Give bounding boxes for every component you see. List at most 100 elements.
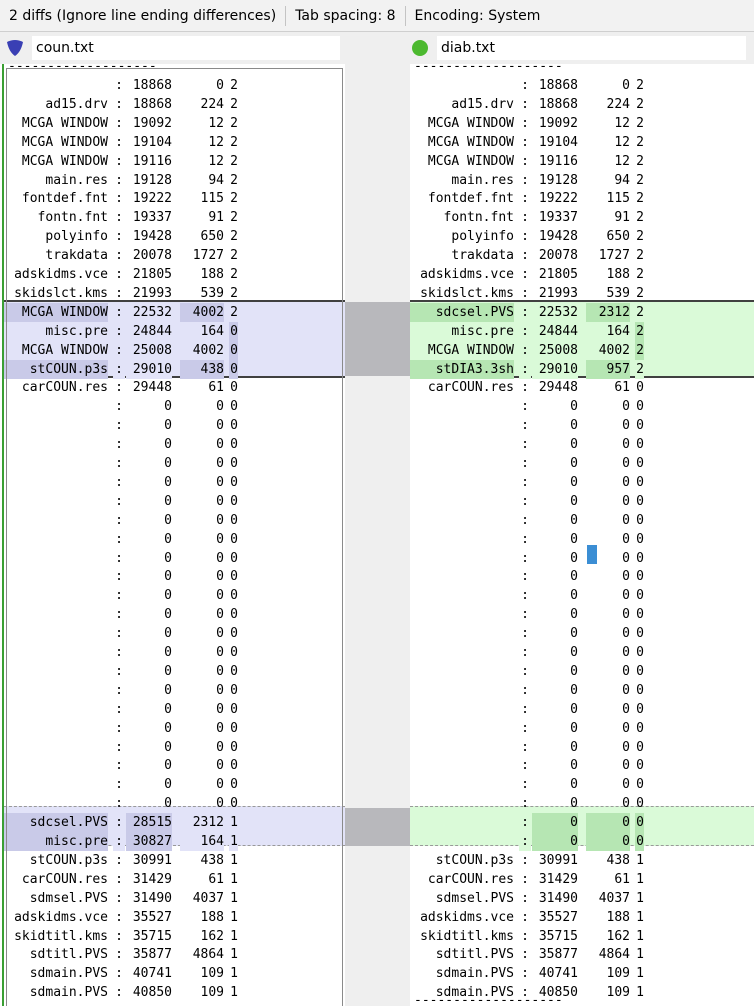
right-diff-line[interactable]: :000: [410, 549, 754, 568]
right-diff-line[interactable]: :000: [410, 832, 754, 851]
right-diff-line[interactable]: fontdef.fnt:19222 115 2: [410, 189, 754, 208]
left-diff-line[interactable]: stCOUN.p3s:30991 438 1: [4, 851, 345, 870]
left-file-pane[interactable]: ------------------- :18868 0 2 ad15.drv:188…: [2, 64, 345, 1006]
encoding-status[interactable]: Encoding: System: [406, 8, 550, 24]
right-diff-line[interactable]: MCGA WINDOW:25008 4002 2: [410, 340, 754, 360]
left-diff-line[interactable]: :000: [4, 549, 345, 568]
right-file-pane[interactable]: ------------------- :18868 0 2 ad15.drv:188…: [410, 64, 754, 1006]
right-diff-line[interactable]: :000: [410, 511, 754, 530]
left-diff-line[interactable]: fontn.fnt:19337 91 2: [4, 208, 345, 227]
right-diff-line[interactable]: :000: [410, 473, 754, 492]
left-diff-line[interactable]: :000: [4, 719, 345, 738]
left-diff-line[interactable]: trakdata:20078 1727 2: [4, 246, 345, 265]
left-diff-line[interactable]: :000: [4, 435, 345, 454]
left-diff-line[interactable]: ad15.drv:18868 224 2: [4, 95, 345, 114]
left-diff-line[interactable]: stCOUN.p3s:29010 438 0: [4, 359, 345, 379]
right-file-name-field[interactable]: diab.txt: [437, 36, 746, 60]
right-diff-line[interactable]: carCOUN.res:29448 61 0: [410, 378, 754, 397]
left-diff-line[interactable]: :18868 0 2: [4, 76, 345, 95]
left-diff-line[interactable]: MCGA WINDOW:19092 12 2: [4, 114, 345, 133]
left-diff-line[interactable]: carCOUN.res:31429 61 1: [4, 870, 345, 889]
right-diff-line[interactable]: :000: [410, 435, 754, 454]
left-diff-line[interactable]: sdcsel.PVS:28515 2312 1: [4, 813, 345, 833]
right-diff-line[interactable]: :000: [410, 738, 754, 757]
right-diff-line[interactable]: :000: [410, 586, 754, 605]
left-file-name-field[interactable]: coun.txt: [32, 36, 340, 60]
left-diff-line[interactable]: :000: [4, 624, 345, 643]
left-diff-line[interactable]: skidtitl.kms:35715 162 1: [4, 927, 345, 946]
right-diff-line[interactable]: :000: [410, 756, 754, 775]
left-diff-line[interactable]: carCOUN.res:29448 61 0: [4, 378, 345, 397]
right-diff-line[interactable]: :000: [410, 681, 754, 700]
right-diff-line[interactable]: :000: [410, 775, 754, 794]
right-diff-line[interactable]: ad15.drv:18868 224 2: [410, 95, 754, 114]
left-diff-line[interactable]: :000: [4, 756, 345, 775]
left-diff-line[interactable]: :000: [4, 511, 345, 530]
right-diff-line[interactable]: :000: [410, 567, 754, 586]
left-diff-line[interactable]: :000: [4, 700, 345, 719]
left-diff-line[interactable]: :000: [4, 775, 345, 794]
left-diff-line[interactable]: sdmsel.PVS:31490 4037 1: [4, 889, 345, 908]
right-diff-line[interactable]: sdtitl.PVS:35877 4864 1: [410, 945, 754, 964]
right-diff-line[interactable]: polyinfo:19428 650 2: [410, 227, 754, 246]
right-diff-line[interactable]: stDIA3.3sh:29010 957 2: [410, 359, 754, 379]
gutter-diff-block-2[interactable]: [343, 808, 410, 846]
right-diff-line[interactable]: carCOUN.res:31429 61 1: [410, 870, 754, 889]
left-diff-line[interactable]: adskidms.vce:21805 188 2: [4, 265, 345, 284]
left-diff-line[interactable]: fontdef.fnt:19222 115 2: [4, 189, 345, 208]
right-diff-line[interactable]: :000: [410, 643, 754, 662]
left-diff-line[interactable]: adskidms.vce:35527 188 1: [4, 908, 345, 927]
right-diff-line[interactable]: :000: [410, 794, 754, 813]
tab-spacing-status[interactable]: Tab spacing: 8: [286, 8, 404, 24]
diff-gutter[interactable]: [343, 64, 410, 1006]
right-diff-line[interactable]: sdmain.PVS:40741 109 1: [410, 964, 754, 983]
right-diff-line[interactable]: :000: [410, 813, 754, 833]
left-diff-line[interactable]: misc.pre:30827 164 1: [4, 832, 345, 851]
left-diff-line[interactable]: sdtitl.PVS:35877 4864 1: [4, 945, 345, 964]
left-diff-line[interactable]: :000: [4, 492, 345, 511]
left-diff-line[interactable]: :000: [4, 397, 345, 416]
right-diff-line[interactable]: MCGA WINDOW:19092 12 2: [410, 114, 754, 133]
left-diff-line[interactable]: MCGA WINDOW:19116 12 2: [4, 152, 345, 171]
right-diff-line[interactable]: fontn.fnt:19337 91 2: [410, 208, 754, 227]
right-diff-line[interactable]: :000: [410, 624, 754, 643]
left-diff-line[interactable]: sdmain.PVS:40741 109 1: [4, 964, 345, 983]
right-diff-line[interactable]: skidtitl.kms:35715 162 1: [410, 927, 754, 946]
right-diff-line[interactable]: :000: [410, 605, 754, 624]
gutter-diff-block-1[interactable]: [343, 302, 410, 376]
left-diff-line[interactable]: :000: [4, 454, 345, 473]
right-diff-line[interactable]: trakdata:20078 1727 2: [410, 246, 754, 265]
right-diff-line[interactable]: main.res:19128 94 2: [410, 171, 754, 190]
left-diff-line[interactable]: main.res:19128 94 2: [4, 171, 345, 190]
right-diff-line[interactable]: sdmsel.PVS:31490 4037 1: [410, 889, 754, 908]
right-diff-line[interactable]: :000: [410, 719, 754, 738]
left-diff-line[interactable]: MCGA WINDOW:19104 12 2: [4, 133, 345, 152]
right-diff-line[interactable]: MCGA WINDOW:19104 12 2: [410, 133, 754, 152]
right-diff-line[interactable]: adskidms.vce:35527 188 1: [410, 908, 754, 927]
left-diff-line[interactable]: :000: [4, 567, 345, 586]
right-diff-line[interactable]: :000: [410, 416, 754, 435]
left-diff-line[interactable]: :000: [4, 794, 345, 813]
right-diff-line[interactable]: sdcsel.PVS:22532 2312 2: [410, 302, 754, 322]
left-diff-line[interactable]: :000: [4, 662, 345, 681]
right-diff-line[interactable]: :000: [410, 454, 754, 473]
right-diff-line[interactable]: :18868 0 2: [410, 76, 754, 95]
right-diff-line[interactable]: :000: [410, 397, 754, 416]
right-diff-line[interactable]: :000: [410, 530, 754, 549]
left-diff-line[interactable]: polyinfo:19428 650 2: [4, 227, 345, 246]
right-diff-line[interactable]: stCOUN.p3s:30991 438 1: [410, 851, 754, 870]
right-diff-line[interactable]: skidslct.kms:21993 539 2: [410, 284, 754, 303]
left-diff-line[interactable]: :000: [4, 416, 345, 435]
left-diff-line[interactable]: sdmain.PVS:40850 109 1: [4, 983, 345, 1002]
left-diff-line[interactable]: :000: [4, 586, 345, 605]
left-diff-line[interactable]: :000: [4, 738, 345, 757]
left-diff-line[interactable]: :000: [4, 473, 345, 492]
right-diff-line[interactable]: MCGA WINDOW:19116 12 2: [410, 152, 754, 171]
left-diff-line[interactable]: :000: [4, 681, 345, 700]
right-diff-line[interactable]: :000: [410, 662, 754, 681]
right-diff-line[interactable]: misc.pre:24844 164 2: [410, 321, 754, 341]
left-diff-line[interactable]: :000: [4, 605, 345, 624]
left-diff-line[interactable]: :000: [4, 643, 345, 662]
right-diff-line[interactable]: :000: [410, 700, 754, 719]
left-diff-line[interactable]: skidslct.kms:21993 539 2: [4, 284, 345, 303]
